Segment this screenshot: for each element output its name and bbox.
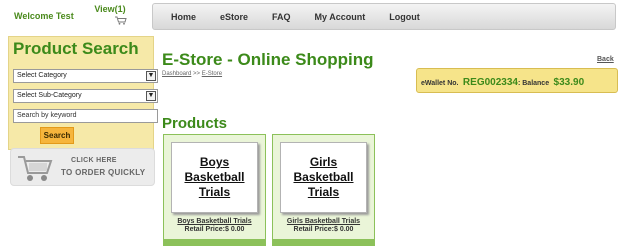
product-name-link[interactable]: Girls Basketball Trials [273,218,374,225]
breadcrumb-estore[interactable]: E-Store [202,71,222,77]
product-search-title: Product Search [13,39,139,58]
card-footer-bar [164,239,265,245]
order-banner-line1: CLICK HERE [71,157,117,164]
wallet-balance-box: eWallet No. REG002334: Balance $33.90 [416,68,618,93]
product-image[interactable]: Girls Basketball Trials [280,142,367,213]
back-link[interactable]: Back [597,56,614,63]
wallet-label: eWallet No. [421,80,459,87]
page-title: E-Store - Online Shopping [162,50,374,69]
subcategory-select-value: Select Sub-Category [17,92,82,99]
keyword-input[interactable]: Search by keyword [13,109,158,123]
search-button[interactable]: Search [40,127,74,144]
nav-logout[interactable]: Logout [389,12,420,22]
product-name-link[interactable]: Boys Basketball Trials [164,218,265,225]
shopping-cart-icon [18,156,53,181]
product-image-title: Girls Basketball Trials [293,155,354,199]
welcome-text: Welcome Test [14,11,74,21]
card-footer-bar [273,239,374,245]
breadcrumb-separator: >> [193,71,201,77]
chevron-down-icon[interactable]: ▼ [146,71,156,81]
breadcrumb: Dashboard >> E-Store [162,71,222,77]
breadcrumb-dashboard[interactable]: Dashboard [162,71,191,77]
product-price: Retail Price:$ 0.00 [184,226,245,233]
quick-order-banner[interactable]: CLICK HERE TO ORDER QUICKLY [10,148,155,186]
view-cart-link[interactable]: View(1) [92,4,128,14]
main-nav: Home eStore FAQ My Account Logout [152,3,616,30]
wallet-balance: $33.90 [553,77,585,88]
wallet-balance-label: : Balance [517,80,550,87]
product-search-panel: Product Search Select Category ▼ Select … [8,36,158,150]
category-select-value: Select Category [17,72,67,79]
category-select[interactable]: Select Category ▼ [13,69,158,83]
nav-faq[interactable]: FAQ [272,12,291,22]
wallet-account: REG002334 [462,77,518,88]
chevron-down-icon[interactable]: ▼ [146,91,156,101]
product-image[interactable]: Boys Basketball Trials [171,142,258,213]
products-heading: Products [162,115,228,132]
product-price: Retail Price:$ 0.00 [293,226,354,233]
product-card[interactable]: Boys Basketball Trials Boys Basketball T… [163,134,266,246]
nav-estore[interactable]: eStore [220,12,248,22]
order-banner-line2: TO ORDER QUICKLY [61,168,146,177]
product-card[interactable]: Girls Basketball Trials Girls Basketball… [272,134,375,246]
nav-home[interactable]: Home [171,12,196,22]
product-image-title: Boys Basketball Trials [184,155,245,199]
cart-icon[interactable] [115,16,127,25]
subcategory-select[interactable]: Select Sub-Category ▼ [13,89,158,103]
nav-my-account[interactable]: My Account [315,12,366,22]
top-bar: Welcome Test View(1) Home eStore FAQ My … [0,0,627,32]
